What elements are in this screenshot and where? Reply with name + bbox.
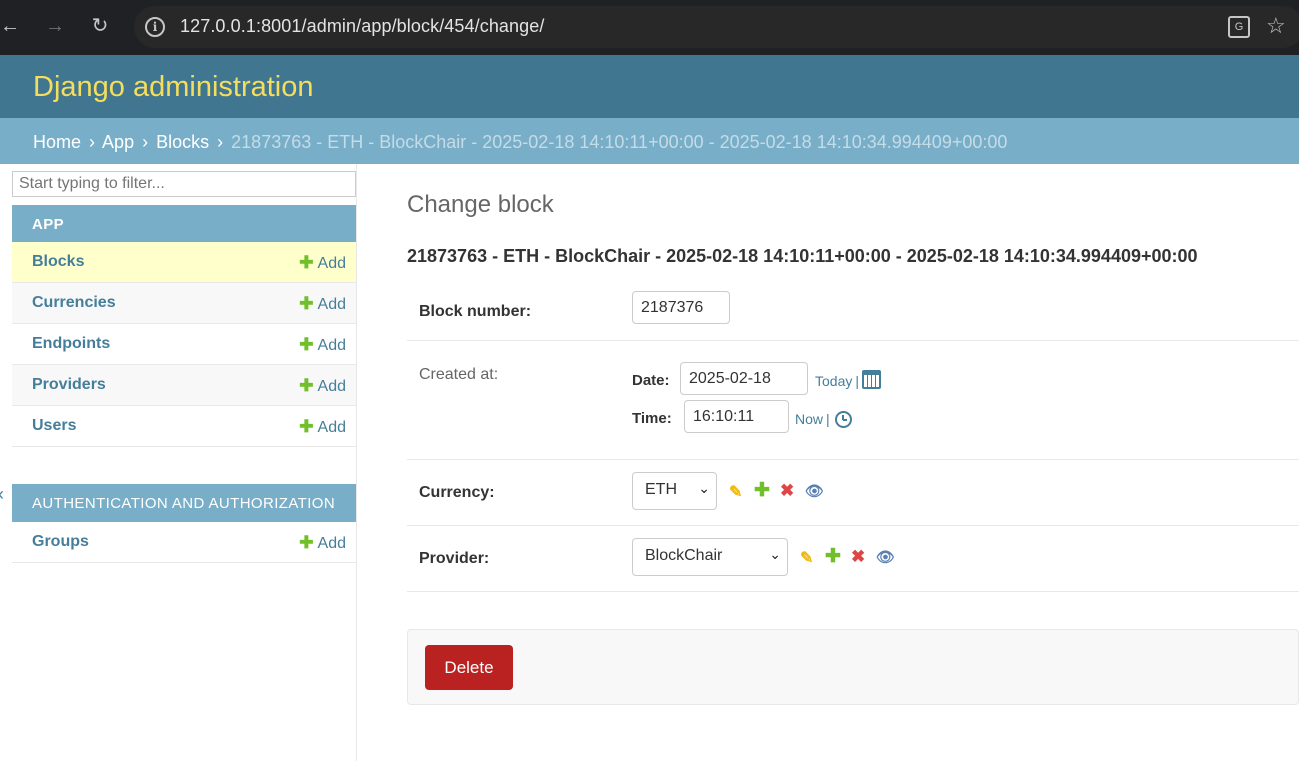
form-row-currency: Currency: ETH ⌄ ✎ ✚ ✖ 👁 — [407, 460, 1299, 526]
block-number-input[interactable] — [632, 291, 730, 324]
form-row-provider: Provider: BlockChair ⌄ ✎ ✚ ✖ 👁 — [407, 526, 1299, 592]
breadcrumb-blocks[interactable]: Blocks — [156, 132, 209, 152]
block-number-label: Block number: — [419, 303, 532, 320]
provider-select[interactable]: BlockChair ⌄ — [632, 538, 788, 576]
add-groups-link[interactable]: ✚ Add — [299, 533, 346, 553]
page-title: Change block — [407, 191, 554, 218]
currency-selected-value: ETH — [645, 481, 677, 498]
back-arrow-icon[interactable]: ← — [0, 14, 22, 38]
breadcrumb-home[interactable]: Home — [33, 132, 81, 152]
forward-arrow-icon[interactable]: → — [43, 14, 67, 38]
time-input[interactable] — [684, 400, 789, 433]
breadcrumb-app[interactable]: App — [102, 132, 134, 152]
chevron-down-icon: ⌄ — [698, 480, 710, 496]
currency-select[interactable]: ETH ⌄ — [632, 472, 717, 510]
delete-currency-x-icon[interactable]: ✖ — [780, 481, 794, 501]
sidebar-item-label[interactable]: Endpoints — [32, 335, 110, 353]
add-provider-plus-icon[interactable]: ✚ — [825, 545, 841, 568]
add-blocks-link[interactable]: ✚ Add — [299, 253, 346, 273]
sidebar-item-blocks[interactable]: Blocks ✚ Add — [12, 242, 356, 283]
sidebar-item-groups[interactable]: Groups ✚ Add — [12, 522, 356, 563]
date-input[interactable] — [680, 362, 808, 395]
object-title: 21873763 - ETH - BlockChair - 2025-02-18… — [407, 246, 1198, 266]
edit-currency-pencil-icon[interactable]: ✎ — [729, 482, 742, 502]
sidebar-item-users[interactable]: Users ✚ Add — [12, 406, 356, 447]
browser-toolbar: ← → ↻ i 127.0.0.1:8001/admin/app/block/4… — [0, 0, 1299, 55]
breadcrumb-separator: › — [142, 132, 149, 152]
plus-icon: ✚ — [299, 417, 314, 436]
plus-icon: ✚ — [299, 294, 314, 313]
add-users-link[interactable]: ✚ Add — [299, 417, 346, 437]
module-caption-auth[interactable]: AUTHENTICATION AND AUTHORIZATION — [12, 484, 356, 522]
form-row-created-at: Created at: Date: Today| Time: Now| — [407, 341, 1299, 460]
sidebar-item-label[interactable]: Providers — [32, 376, 106, 394]
sidebar-item-label[interactable]: Groups — [32, 533, 89, 551]
plus-icon: ✚ — [299, 376, 314, 395]
sidebar-item-endpoints[interactable]: Endpoints ✚ Add — [12, 324, 356, 365]
app-module: APP Blocks ✚ Add Currencies ✚ Add Endpoint… — [12, 205, 356, 447]
view-currency-eye-icon[interactable]: 👁 — [805, 482, 824, 500]
time-label: Time: — [632, 410, 672, 427]
breadcrumb-separator: › — [89, 132, 96, 152]
sidebar-filter-input[interactable] — [12, 171, 356, 197]
add-endpoints-link[interactable]: ✚ Add — [299, 335, 346, 355]
view-provider-eye-icon[interactable]: 👁 — [876, 548, 895, 566]
chevron-down-icon: ⌄ — [769, 546, 781, 562]
breadcrumb: Home › App › Blocks › 21873763 - ETH - B… — [0, 118, 1299, 164]
created-at-label: Created at: — [419, 366, 499, 383]
breadcrumb-current: 21873763 - ETH - BlockChair - 2025-02-18… — [231, 132, 1008, 152]
sidebar-item-label[interactable]: Currencies — [32, 294, 116, 312]
today-link[interactable]: Today | — [815, 373, 859, 389]
date-label: Date: — [632, 372, 670, 389]
clock-icon[interactable] — [835, 411, 852, 428]
add-currencies-link[interactable]: ✚ Add — [299, 294, 346, 314]
provider-selected-value: BlockChair — [645, 547, 723, 564]
calendar-icon[interactable] — [862, 370, 881, 389]
translate-icon[interactable]: G — [1228, 16, 1250, 38]
sidebar-item-label[interactable]: Users — [32, 417, 76, 435]
delete-provider-x-icon[interactable]: ✖ — [851, 547, 865, 567]
edit-provider-pencil-icon[interactable]: ✎ — [800, 548, 813, 568]
nav-sidebar: APP Blocks ✚Add Currencies ✚Add Endpoint… — [0, 164, 357, 761]
add-currency-plus-icon[interactable]: ✚ — [754, 479, 770, 502]
sidebar-item-providers[interactable]: Providers ✚ Add — [12, 365, 356, 406]
add-providers-link[interactable]: ✚ Add — [299, 376, 346, 396]
address-bar[interactable]: i 127.0.0.1:8001/admin/app/block/454/cha… — [134, 6, 1299, 48]
plus-icon: ✚ — [299, 253, 314, 272]
delete-button[interactable]: Delete — [425, 645, 513, 690]
site-header: Django administration — [0, 55, 1299, 118]
url-text[interactable]: 127.0.0.1:8001/admin/app/block/454/chang… — [180, 16, 544, 37]
sidebar-item-currencies[interactable]: Currencies ✚ Add — [12, 283, 356, 324]
star-icon[interactable]: ☆ — [1266, 13, 1286, 39]
provider-label: Provider: — [419, 550, 490, 567]
reload-icon[interactable]: ↻ — [88, 14, 112, 38]
plus-icon: ✚ — [299, 335, 314, 354]
site-title[interactable]: Django administration — [33, 71, 313, 104]
info-icon[interactable]: i — [145, 17, 165, 37]
currency-label: Currency: — [419, 484, 495, 501]
now-link[interactable]: Now | — [795, 411, 830, 427]
form-row-block-number: Block number: — [407, 278, 1299, 341]
module-caption-app[interactable]: APP — [12, 205, 356, 242]
breadcrumb-separator: › — [217, 132, 224, 152]
auth-module: AUTHENTICATION AND AUTHORIZATION Groups … — [12, 484, 356, 563]
sidebar-toggle-icon[interactable]: ‹ — [0, 484, 4, 505]
plus-icon: ✚ — [299, 533, 314, 552]
submit-row: Delete — [407, 629, 1299, 705]
sidebar-item-label[interactable]: Blocks — [32, 253, 84, 271]
